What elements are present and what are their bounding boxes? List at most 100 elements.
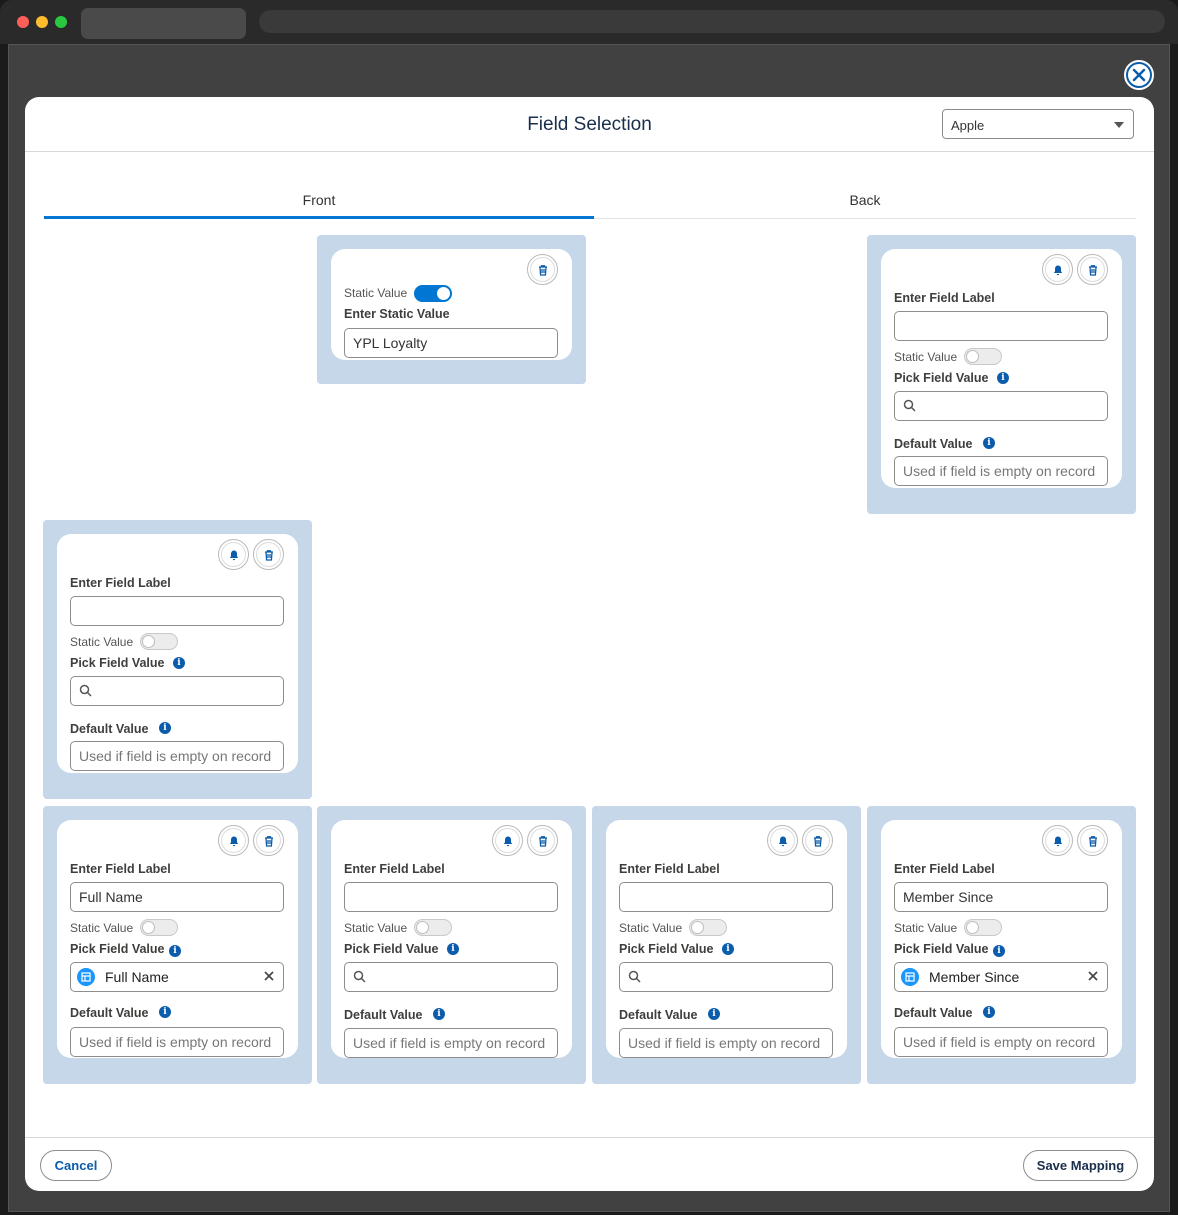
enter-field-label-label: Enter Field Label: [70, 576, 171, 590]
pick-field-value-label: Pick Field Value: [70, 656, 165, 670]
side-tabs: Front Back: [44, 189, 1136, 219]
static-value-label: Static Value: [619, 921, 683, 935]
field-label-input[interactable]: [344, 882, 558, 912]
trash-icon: [264, 835, 273, 847]
record-combobox[interactable]: Apple: [942, 109, 1134, 139]
field-card: Enter Field Label Static Value Pick Fiel…: [881, 249, 1122, 488]
static-value-label: Static Value: [894, 350, 958, 364]
static-value-label: Static Value: [70, 921, 134, 935]
notify-button[interactable]: [767, 825, 798, 856]
field-card: Enter Field Label Static Value Pick Fiel…: [331, 820, 572, 1058]
field-selection-modal: Field Selection Apple Front Back Static …: [25, 97, 1154, 1191]
static-value-label: Static Value: [344, 286, 408, 300]
delete-button[interactable]: [802, 825, 833, 856]
field-card: Enter Field Label Static Value Pick Fiel…: [606, 820, 847, 1058]
default-value-input[interactable]: Used if field is empty on record: [70, 741, 284, 771]
delete-button[interactable]: [527, 825, 558, 856]
static-field-card: Static Value Enter Static Value YPL Loya…: [331, 249, 572, 360]
window-zoom-dot[interactable]: [55, 16, 67, 28]
table-icon: [901, 968, 919, 986]
info-icon: i: [433, 1008, 445, 1020]
pick-field-value-label: Pick Field Value: [894, 371, 989, 385]
window-close-dot[interactable]: [17, 16, 29, 28]
info-icon: i: [993, 945, 1005, 957]
window-minimize-dot[interactable]: [36, 16, 48, 28]
default-value-input[interactable]: Used if field is empty on record: [894, 1027, 1108, 1057]
static-value-toggle[interactable]: [964, 919, 1002, 936]
enter-field-label-label: Enter Field Label: [619, 862, 720, 876]
info-icon: i: [447, 943, 459, 955]
default-value-label: Default Value: [894, 1006, 973, 1020]
static-value-toggle[interactable]: [414, 919, 452, 936]
delete-button[interactable]: [253, 539, 284, 570]
search-icon: [903, 399, 916, 412]
picked-field-value: Full Name: [105, 969, 169, 985]
field-card: Enter Field Label Member Since Static Va…: [881, 820, 1122, 1058]
address-bar[interactable]: [259, 10, 1165, 33]
default-value-input[interactable]: Used if field is empty on record: [70, 1027, 284, 1057]
delete-button[interactable]: [1077, 825, 1108, 856]
notify-button[interactable]: [1042, 254, 1073, 285]
pick-field-value-label: Pick Field Value: [894, 942, 989, 956]
default-value-input[interactable]: Used if field is empty on record: [619, 1028, 833, 1058]
delete-button[interactable]: [1077, 254, 1108, 285]
table-icon: [77, 968, 95, 986]
field-label-input[interactable]: [70, 596, 284, 626]
field-label-input[interactable]: [619, 882, 833, 912]
modal-close-button[interactable]: [1124, 60, 1154, 90]
bell-icon: [1053, 265, 1062, 275]
trash-icon: [1088, 264, 1097, 276]
field-slot-back: Enter Field Label Static Value Pick Fiel…: [867, 235, 1136, 514]
picked-field-pill[interactable]: Member Since: [894, 962, 1108, 992]
browser-tab[interactable]: [81, 8, 246, 39]
default-value-label: Default Value: [70, 1006, 149, 1020]
notify-button[interactable]: [218, 539, 249, 570]
delete-button[interactable]: [527, 254, 558, 285]
info-icon: i: [722, 943, 734, 955]
field-card: Enter Field Label Static Value Pick Fiel…: [57, 534, 298, 773]
info-icon: i: [159, 722, 171, 734]
tab-front[interactable]: Front: [44, 189, 594, 219]
default-value-label: Default Value: [894, 437, 973, 451]
enter-field-label-label: Enter Field Label: [894, 862, 995, 876]
static-value-input[interactable]: YPL Loyalty: [344, 328, 558, 358]
clear-icon[interactable]: [262, 969, 276, 983]
static-value-toggle[interactable]: [964, 348, 1002, 365]
field-label-input[interactable]: Member Since: [894, 882, 1108, 912]
field-slot-row-1: Enter Field Label Full Name Static Value…: [43, 806, 312, 1084]
field-search-input[interactable]: [70, 676, 284, 706]
default-value-input[interactable]: Used if field is empty on record: [894, 456, 1108, 486]
info-icon: i: [997, 372, 1009, 384]
field-slot-row-4: Enter Field Label Member Since Static Va…: [867, 806, 1136, 1084]
notify-button[interactable]: [492, 825, 523, 856]
field-search-input[interactable]: [344, 962, 558, 992]
delete-button[interactable]: [253, 825, 284, 856]
static-value-toggle[interactable]: [689, 919, 727, 936]
default-value-label: Default Value: [619, 1008, 698, 1022]
save-mapping-button[interactable]: Save Mapping: [1023, 1150, 1138, 1181]
bell-icon: [1053, 836, 1062, 846]
default-value-input[interactable]: Used if field is empty on record: [344, 1028, 558, 1058]
search-icon: [79, 684, 92, 697]
trash-icon: [813, 835, 822, 847]
field-search-input[interactable]: [894, 391, 1108, 421]
static-value-label: Static Value: [894, 921, 958, 935]
static-value-toggle[interactable]: [140, 919, 178, 936]
picked-field-pill[interactable]: Full Name: [70, 962, 284, 992]
chevron-down-icon: [1114, 122, 1124, 128]
static-value-toggle[interactable]: [414, 285, 452, 302]
notify-button[interactable]: [218, 825, 249, 856]
field-slot-row-3: Enter Field Label Static Value Pick Fiel…: [592, 806, 861, 1084]
bell-icon: [229, 550, 238, 560]
info-icon: i: [983, 1006, 995, 1018]
search-icon: [353, 970, 366, 983]
cancel-button[interactable]: Cancel: [40, 1150, 112, 1181]
clear-icon[interactable]: [1086, 969, 1100, 983]
static-value-toggle[interactable]: [140, 633, 178, 650]
info-icon: i: [708, 1008, 720, 1020]
tab-back[interactable]: Back: [594, 189, 1136, 219]
field-search-input[interactable]: [619, 962, 833, 992]
field-label-input[interactable]: Full Name: [70, 882, 284, 912]
field-label-input[interactable]: [894, 311, 1108, 341]
notify-button[interactable]: [1042, 825, 1073, 856]
